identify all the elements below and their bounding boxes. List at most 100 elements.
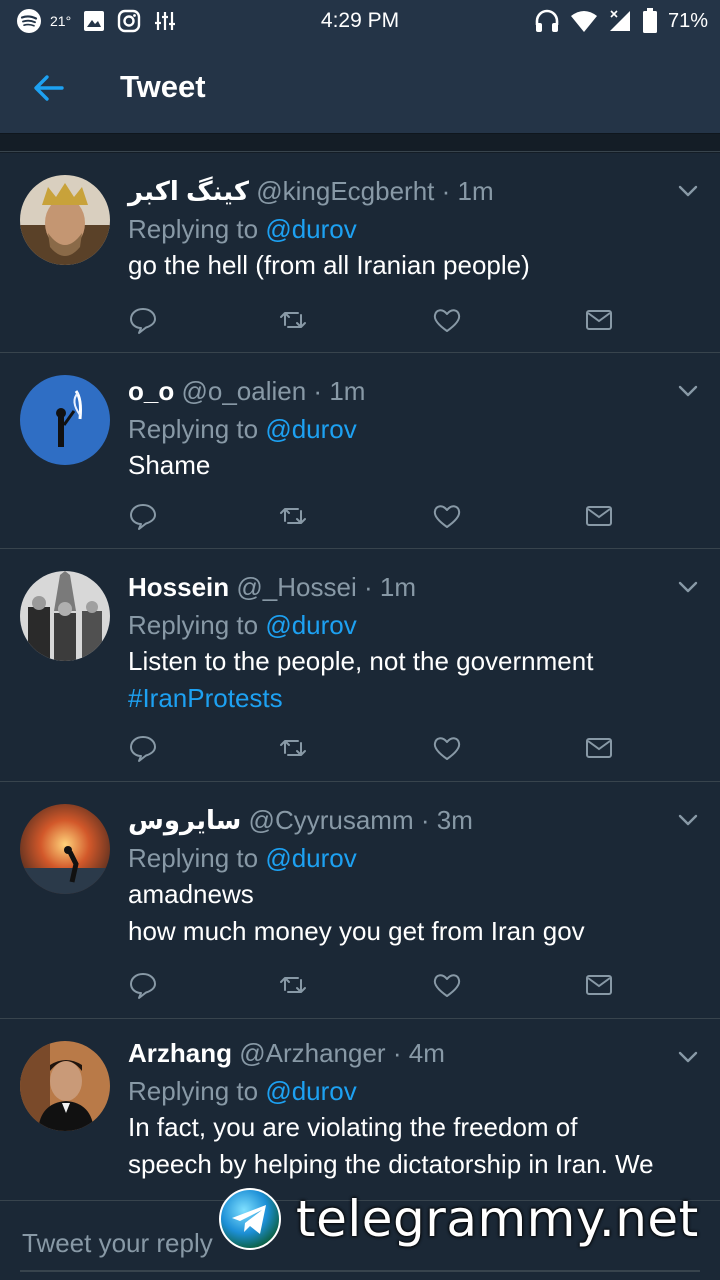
app-bar: Tweet (0, 42, 720, 134)
tweet-timestamp: 3m (436, 805, 473, 835)
heart-icon[interactable] (432, 501, 462, 531)
envelope-icon[interactable] (584, 501, 614, 531)
replying-label: Replying to (128, 843, 259, 873)
tweet-text-line: In fact, you are violating the freedom o… (128, 1112, 578, 1142)
tweet-header: Arzhang @Arzhanger · 4m (128, 1037, 700, 1069)
tweet-author-handle[interactable]: @Cyyrusamm (249, 805, 414, 835)
tweet-body: Arzhang @Arzhanger · 4m Replying to @dur… (128, 1037, 700, 1183)
separator-dot: · (363, 572, 373, 602)
reply-input-underline (20, 1270, 700, 1272)
tweet-header: سایروس @Cyyrusamm · 3m (128, 804, 700, 836)
chevron-down-icon[interactable] (674, 177, 702, 205)
tweet-text-line: speech by helping the dictatorship in Ir… (128, 1149, 654, 1179)
tweet-body: o_o @o_oalien · 1m Replying to @durov Sh… (128, 375, 700, 484)
tweet-author-name[interactable]: سایروس (128, 805, 241, 835)
chevron-down-icon[interactable] (674, 806, 702, 834)
replying-to: Replying to @durov (128, 413, 700, 445)
tweet-timestamp: 1m (457, 176, 494, 206)
status-bar-right: 71% (534, 8, 708, 34)
avatar[interactable] (20, 175, 110, 265)
battery-percent: 71% (667, 9, 708, 32)
tweet-item[interactable]: o_o @o_oalien · 1m Replying to @durov Sh… (0, 353, 720, 549)
heart-icon[interactable] (432, 305, 462, 335)
envelope-icon[interactable] (584, 733, 614, 763)
wifi-icon (570, 11, 597, 32)
chevron-down-icon[interactable] (674, 1043, 702, 1071)
tweet-text: go the hell (from all Iranian people) (128, 247, 700, 284)
heart-icon[interactable] (432, 970, 462, 1000)
mention-link[interactable]: @durov (265, 610, 356, 640)
tweet-text: Listen to the people, not the government… (128, 643, 700, 717)
tweet-author-handle[interactable]: @_Hossei (236, 572, 356, 602)
tweet-author-handle[interactable]: @Arzhanger (239, 1038, 385, 1068)
tweet-actions (128, 501, 618, 531)
separator-dot: · (441, 176, 451, 206)
tweet-body: سایروس @Cyyrusamm · 3m Replying to @duro… (128, 804, 700, 950)
envelope-icon[interactable] (584, 970, 614, 1000)
comment-icon[interactable] (128, 501, 158, 531)
retweet-icon[interactable] (278, 305, 308, 335)
back-button[interactable] (24, 66, 72, 110)
tweet-item[interactable]: Hossein @_Hossei · 1m Replying to @durov… (0, 549, 720, 782)
mention-link[interactable]: @durov (265, 214, 356, 244)
replying-label: Replying to (128, 1076, 259, 1106)
tweet-item[interactable]: کینگ اکبر @kingEcgberht · 1m Replying to… (0, 153, 720, 353)
tweet-text-line: how much money you get from Iran gov (128, 916, 585, 946)
tweet-text: Shame (128, 447, 700, 484)
retweet-icon[interactable] (278, 733, 308, 763)
watermark: telegrammy.net (218, 1186, 699, 1252)
mention-link[interactable]: @durov (265, 414, 356, 444)
section-divider (0, 134, 720, 152)
tweet-text: amadnews how much money you get from Ira… (128, 876, 700, 950)
replying-label: Replying to (128, 414, 259, 444)
tweet-author-name[interactable]: o_o (128, 376, 174, 406)
tweet-text-line: Listen to the people, not the government (128, 646, 594, 676)
avatar[interactable] (20, 375, 110, 465)
heart-icon[interactable] (432, 733, 462, 763)
avatar[interactable] (20, 1041, 110, 1131)
battery-icon (642, 8, 657, 33)
tweet-text: In fact, you are violating the freedom o… (128, 1109, 700, 1183)
tweet-text-line: amadnews (128, 879, 254, 909)
replying-to: Replying to @durov (128, 1075, 700, 1107)
tweet-author-name[interactable]: Arzhang (128, 1038, 232, 1068)
tweet-list[interactable]: کینگ اکبر @kingEcgberht · 1m Replying to… (0, 153, 720, 1200)
chevron-down-icon[interactable] (674, 573, 702, 601)
tweet-actions (128, 970, 618, 1000)
tweet-author-handle[interactable]: @kingEcgberht (256, 176, 434, 206)
comment-icon[interactable] (128, 970, 158, 1000)
tweet-actions (128, 305, 618, 335)
comment-icon[interactable] (128, 305, 158, 335)
mention-link[interactable]: @durov (265, 1076, 356, 1106)
retweet-icon[interactable] (278, 501, 308, 531)
replying-label: Replying to (128, 610, 259, 640)
replying-to: Replying to @durov (128, 609, 700, 641)
chevron-down-icon[interactable] (674, 377, 702, 405)
tweet-author-name[interactable]: Hossein (128, 572, 229, 602)
envelope-icon[interactable] (584, 305, 614, 335)
replying-to: Replying to @durov (128, 842, 700, 874)
headphones-icon (535, 9, 559, 32)
avatar[interactable] (20, 571, 110, 661)
arrow-left-icon (34, 75, 64, 101)
watermark-text: telegrammy.net (296, 1190, 699, 1248)
cell-signal-icon (609, 10, 630, 31)
separator-dot: · (313, 376, 323, 406)
tweet-body: کینگ اکبر @kingEcgberht · 1m Replying to… (128, 175, 700, 284)
tweet-timestamp: 1m (379, 572, 416, 602)
tweet-author-handle[interactable]: @o_oalien (181, 376, 306, 406)
retweet-icon[interactable] (278, 970, 308, 1000)
tweet-item[interactable]: سایروس @Cyyrusamm · 3m Replying to @duro… (0, 782, 720, 1019)
comment-icon[interactable] (128, 733, 158, 763)
tweet-timestamp: 1m (329, 376, 366, 406)
replying-label: Replying to (128, 214, 259, 244)
tweet-item[interactable]: Arzhang @Arzhanger · 4m Replying to @dur… (0, 1019, 720, 1200)
avatar[interactable] (20, 804, 110, 894)
tweet-text-line: go the hell (from all Iranian people) (128, 250, 530, 280)
status-bar: 21° 4:29 PM 71% (0, 0, 720, 42)
hashtag-link[interactable]: #IranProtests (128, 680, 700, 717)
replying-to: Replying to @durov (128, 213, 700, 245)
tweet-body: Hossein @_Hossei · 1m Replying to @durov… (128, 571, 700, 717)
mention-link[interactable]: @durov (265, 843, 356, 873)
tweet-author-name[interactable]: کینگ اکبر (128, 176, 249, 206)
